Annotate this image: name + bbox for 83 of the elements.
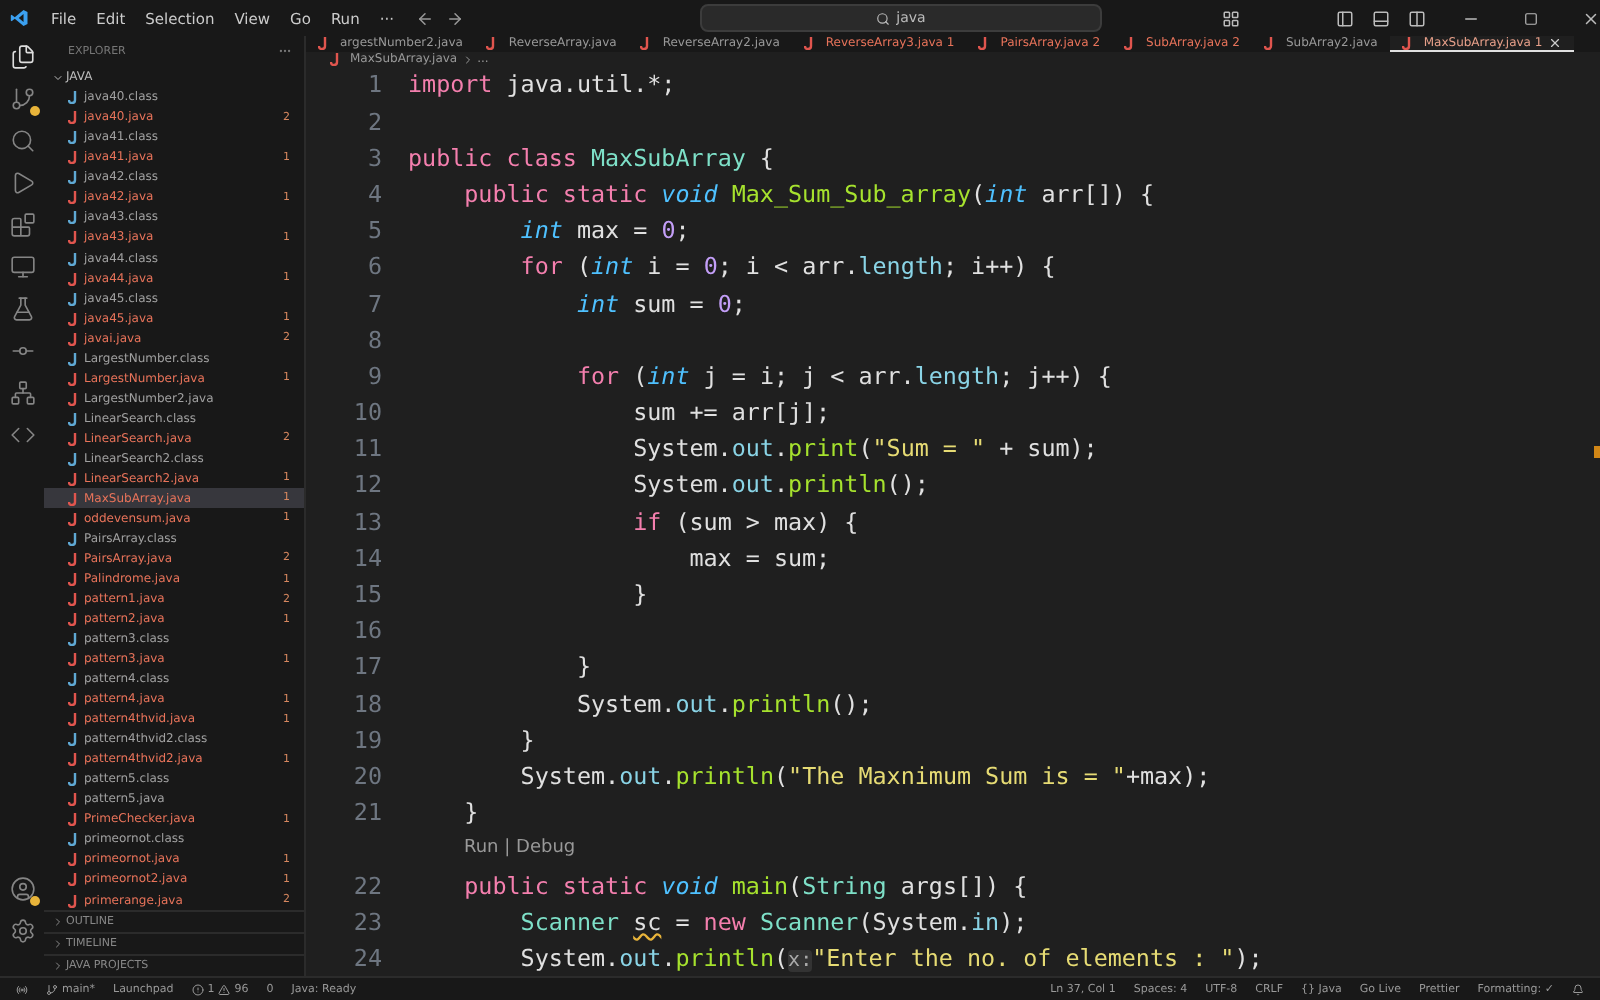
java-file-icon [978, 36, 989, 51]
line-number: 14 [351, 543, 382, 572]
code-line: } [462, 798, 479, 827]
flask-icon[interactable] [9, 296, 35, 322]
chevron-icon [461, 53, 474, 66]
code-lens-link[interactable]: Run | Debug [464, 838, 576, 859]
line-number: 17 [351, 652, 382, 681]
code-line: System.out.println(); [574, 689, 873, 718]
code-line: } [574, 652, 591, 681]
line-number: 5 [365, 216, 382, 245]
warning-icon [218, 983, 231, 995]
code-line: import java.util.*; [408, 70, 676, 99]
line-number: 3 [365, 143, 382, 172]
code-line: public class MaxSubArray { [408, 143, 774, 172]
app-logo [10, 6, 30, 30]
line-number: 13 [351, 507, 382, 536]
line-number: 19 [351, 725, 382, 754]
code-line: sum += arr[j]; [631, 398, 831, 427]
code-line: System.out.print("Sum = " + sum); [631, 434, 1098, 463]
branch-icon [46, 983, 58, 995]
columns-icon[interactable] [1408, 9, 1426, 27]
line-number: 7 [365, 289, 382, 318]
line-number: 11 [351, 434, 382, 463]
bell-icon[interactable] [1572, 983, 1584, 995]
layout-grid-icon[interactable] [1222, 9, 1240, 27]
line-number: 9 [365, 361, 382, 390]
line-number: 24 [351, 943, 382, 972]
code-line: max = sum; [687, 543, 831, 572]
code-line: for (int i = 0; i < arr.length; i++) { [518, 252, 1056, 281]
account-icon[interactable] [9, 876, 35, 902]
network-icon[interactable] [9, 380, 35, 406]
line-number: 10 [351, 398, 382, 427]
code-icon[interactable] [9, 422, 35, 448]
java-file-icon [803, 36, 814, 51]
code-line: public static void main(String args[]) { [462, 871, 1028, 900]
java-file-icon [640, 36, 651, 51]
panel-left-icon[interactable] [1336, 9, 1354, 27]
error-icon [191, 983, 204, 995]
panel-bottom-icon[interactable] [1372, 9, 1390, 27]
code-line: Scanner sc = new Scanner(System.in); [518, 907, 1028, 936]
line-number: 6 [365, 252, 382, 281]
files-icon[interactable] [9, 44, 35, 70]
code-line: System.out.println(x:"Enter the no. of elements : "); [518, 943, 1263, 972]
code-line: public static void Max_Sum_Sub_array(int arr[]) { [462, 179, 1154, 208]
settings-icon[interactable] [9, 918, 35, 944]
forward-arrow-icon[interactable] [445, 9, 464, 27]
branch-icon[interactable] [9, 86, 35, 112]
monitor-icon[interactable] [9, 254, 35, 280]
line-number: 16 [351, 616, 382, 645]
blocks-icon[interactable] [9, 212, 35, 238]
chevron-down-icon [52, 71, 64, 84]
back-arrow-icon[interactable] [415, 9, 434, 27]
code-line: int sum = 0; [574, 289, 746, 318]
code-line: } [518, 725, 535, 754]
line-number: 4 [365, 179, 382, 208]
java-file-icon [1401, 36, 1412, 51]
scrollbar-marker [1594, 446, 1600, 458]
java-file-icon [1263, 36, 1274, 51]
code-line: if (sum > max) { [631, 507, 859, 536]
line-number: 15 [351, 580, 382, 609]
code-line: System.out.println(); [631, 470, 929, 499]
line-number: 8 [365, 325, 382, 354]
code-line: System.out.println("The Maxnimum Sum is = "+max); [518, 761, 1211, 790]
java-file-icon [486, 36, 497, 51]
remote-icon[interactable] [16, 983, 28, 995]
line-number: 22 [351, 871, 382, 900]
line-number: 23 [351, 907, 382, 936]
line-number: 2 [365, 107, 382, 136]
code-line: int max = 0; [518, 216, 690, 245]
java-file-icon [1124, 36, 1135, 51]
line-number: 1 [365, 70, 382, 99]
line-number: 21 [351, 798, 382, 827]
line-number: 20 [351, 761, 382, 790]
line-number: 18 [351, 689, 382, 718]
search-icon [876, 11, 891, 25]
line-number: 12 [351, 470, 382, 499]
code-line: } [631, 580, 648, 609]
search-icon[interactable] [9, 128, 35, 154]
play-icon[interactable] [9, 170, 35, 196]
close-icon[interactable] [1548, 36, 1563, 51]
maximize-icon[interactable] [1524, 11, 1538, 25]
code-line: for (int j = i; j < arr.length; j++) { [574, 361, 1112, 390]
close-icon[interactable] [1582, 9, 1600, 27]
